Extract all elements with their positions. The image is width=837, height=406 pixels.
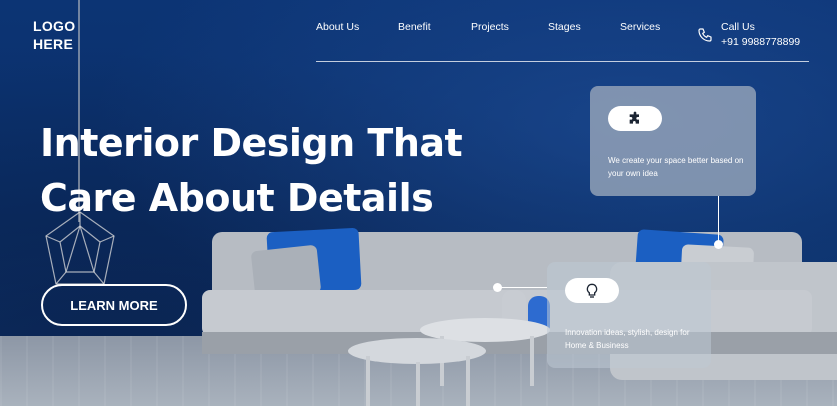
icon-pill <box>608 106 662 131</box>
hero-section: LOGO HERE About Us Benefit Projects Stag… <box>0 0 837 406</box>
puzzle-icon <box>629 111 639 124</box>
logo-line: HERE <box>33 36 74 52</box>
feature-card: We create your space better based on you… <box>590 86 756 196</box>
call-label: Call Us <box>721 21 755 33</box>
headline-line: Interior Design That <box>40 121 463 165</box>
nav-divider <box>316 61 809 62</box>
nav-item-projects[interactable]: Projects <box>471 21 509 33</box>
headline-line: Care About Details <box>40 176 434 220</box>
table-leg <box>366 356 370 406</box>
table-leg <box>530 336 534 386</box>
connector-line <box>500 287 547 288</box>
lightbulb-icon <box>586 283 598 298</box>
logo-line: LOGO <box>33 18 76 34</box>
hero-headline: Interior Design That Care About Details <box>40 116 510 226</box>
table-leg <box>466 356 470 406</box>
phone-number: +91 9988778899 <box>721 36 801 48</box>
nav-item-services[interactable]: Services <box>620 21 660 33</box>
learn-more-button[interactable]: LEARN MORE <box>41 284 187 326</box>
connector-dot <box>714 240 723 249</box>
call-us[interactable]: Call Us +91 9988778899 <box>697 20 800 50</box>
feature-card-text: Innovation ideas, stylish, design for Ho… <box>565 328 690 350</box>
table-leg <box>416 362 420 406</box>
logo[interactable]: LOGO HERE <box>33 17 75 53</box>
connector-dot <box>493 283 502 292</box>
icon-pill <box>565 278 619 303</box>
feature-card-text: We create your space better based on you… <box>608 156 744 178</box>
feature-card: Innovation ideas, stylish, design for Ho… <box>547 262 711 368</box>
nav-item-benefit[interactable]: Benefit <box>398 21 431 33</box>
nav-item-about-us[interactable]: About Us <box>316 21 359 33</box>
nav-item-stages[interactable]: Stages <box>548 21 581 33</box>
connector-line <box>718 196 719 244</box>
phone-icon <box>698 28 712 42</box>
